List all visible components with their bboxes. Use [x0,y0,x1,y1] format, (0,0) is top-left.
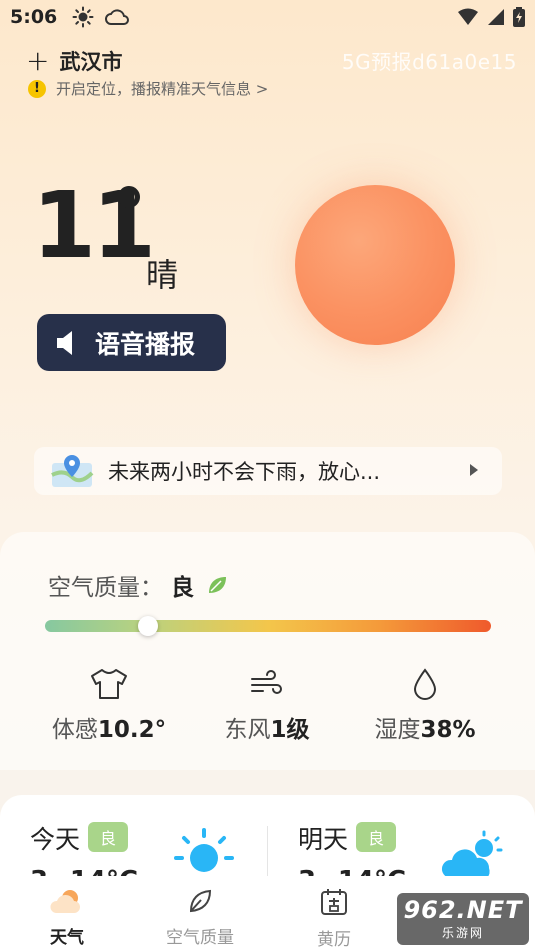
forecast-divider [267,826,268,876]
city-name[interactable]: 武汉市 [59,46,122,76]
aq-badge-tomorrow: 良 [356,822,397,852]
nav-almanac[interactable]: 黄历 [279,887,389,950]
leaf-icon [209,577,226,593]
location-prompt[interactable]: ! 开启定位，播报精准天气信息 > [28,78,268,99]
weather-condition: 晴 [146,256,179,294]
air-quality-row[interactable]: 空气质量： 良 [48,568,228,602]
degree-symbol-icon [118,186,140,208]
voice-broadcast-label: 语音播报 [95,329,196,359]
aq-badge-today: 良 [88,822,129,852]
city-selector[interactable]: + 武汉市 [26,46,122,76]
water-drop-icon [413,668,437,700]
wind-icon [251,670,282,694]
sun-illustration-icon [295,185,455,345]
rain-forecast-banner[interactable]: 未来两小时不会下雨，放心... [34,447,502,495]
cloud-status-icon [105,9,129,25]
stat-humidity: 湿度38% [345,664,505,744]
rain-forecast-text: 未来两小时不会下雨，放心... [108,460,381,484]
signal-icon [488,9,504,25]
air-quality-value: 良 [171,575,194,601]
tshirt-icon [91,669,127,699]
stat-feels-like: 体感10.2° [29,664,189,744]
stat-wind: 东风1级 [187,664,347,744]
nav-almanac-label: 黄历 [317,930,351,950]
status-time: 5:06 [10,6,58,28]
watermark-logo: 962.NET 乐游网 [397,893,529,945]
air-quality-indicator [137,616,158,636]
warning-icon: ! [28,79,46,98]
weather-nav-icon [50,890,80,913]
wifi-icon [458,8,478,25]
nav-weather[interactable]: 天气 [12,887,122,948]
nav-weather-label: 天气 [50,928,84,948]
air-quality-label: 空气质量： [48,575,163,601]
watermark-logo-subtext: 乐游网 [441,925,484,940]
nav-air-quality[interactable]: 空气质量 [145,887,255,948]
voice-broadcast-button[interactable]: 语音播报 [37,314,226,371]
play-arrow-icon [470,464,478,476]
forecast-tomorrow[interactable]: 明天良 [298,820,397,856]
sun-status-icon [72,6,94,28]
air-quality-bar [45,620,491,632]
watermark-text: 5G预报d61a0e15 [341,50,517,74]
add-city-icon[interactable]: + [26,47,49,75]
status-icons-left [72,6,130,28]
battery-icon [513,7,525,27]
leaf-nav-icon [189,889,212,913]
map-pin-icon [51,455,94,487]
partly-cloudy-icon [441,830,503,878]
calendar-icon [321,889,347,915]
forecast-today[interactable]: 今天良 [30,820,129,856]
speaker-icon [57,330,72,355]
watermark-logo-text: 962.NET [403,895,523,924]
nav-air-quality-label: 空气质量 [166,928,234,948]
location-prompt-text: 开启定位，播报精准天气信息 > [56,80,269,98]
status-icons-right [457,7,525,27]
